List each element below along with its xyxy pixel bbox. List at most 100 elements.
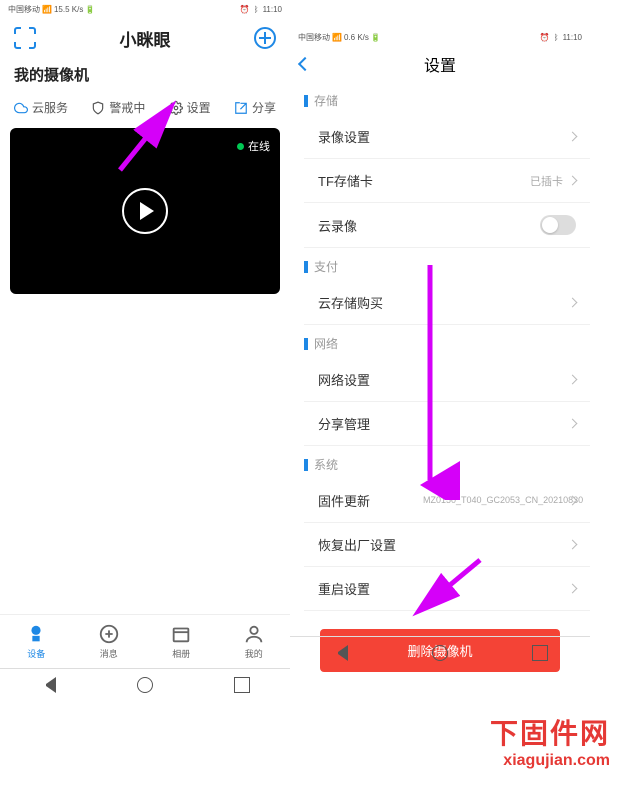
share-mgmt-item[interactable]: 分享管理 — [304, 402, 590, 446]
network-settings-item[interactable]: 网络设置 — [304, 358, 590, 402]
scan-icon[interactable] — [14, 27, 36, 49]
time-label: 11:10 — [263, 5, 282, 14]
status-bar: 中国移动 📶 15.5 K/s 🔋 ⏰ ᛒ 11:10 — [0, 0, 290, 18]
chevron-right-icon — [568, 298, 578, 308]
firmware-update-item[interactable]: 固件更新 MZ0150_T040_GC2053_CN_20210830 — [304, 479, 590, 523]
system-section-header: 系统 — [290, 446, 590, 479]
nav-mine-label: 我的 — [245, 647, 263, 660]
cloud-service-button[interactable]: 云服务 — [14, 99, 68, 116]
home-circle-icon — [137, 677, 153, 693]
payment-header-label: 支付 — [314, 258, 338, 275]
network-settings-label: 网络设置 — [318, 370, 370, 389]
home-circle-icon — [432, 645, 448, 661]
play-button[interactable] — [122, 188, 168, 234]
section-marker-icon — [304, 95, 308, 107]
nav-messages[interactable]: 消息 — [98, 623, 120, 660]
restart-item[interactable]: 重启设置 — [304, 567, 590, 611]
online-label: 在线 — [248, 138, 270, 154]
settings-label: 设置 — [187, 99, 211, 116]
app-title: 小眯眼 — [120, 26, 171, 51]
share-icon — [234, 101, 248, 115]
chevron-right-icon — [568, 584, 578, 594]
record-label: 录像设置 — [318, 127, 370, 146]
network-section-header: 网络 — [290, 325, 590, 358]
system-nav-left — [0, 668, 290, 700]
section-marker-icon — [304, 459, 308, 471]
time-label-r: 11:10 — [563, 33, 582, 42]
watermark: 下固件网 xiagujian.com — [490, 712, 610, 770]
cloud-record-label: 云录像 — [318, 216, 357, 235]
signal-icon: 📶 — [42, 5, 52, 14]
alarm-icon: ⏰ — [240, 5, 250, 14]
nav-album-label: 相册 — [172, 647, 190, 660]
camera-icon — [25, 623, 47, 645]
online-badge: 在线 — [237, 138, 270, 154]
settings-header: 设置 — [290, 46, 590, 82]
cloud-buy-item[interactable]: 云存储购买 — [304, 281, 590, 325]
section-marker-icon — [304, 261, 308, 273]
back-button[interactable] — [298, 57, 312, 71]
factory-reset-item[interactable]: 恢复出厂设置 — [304, 523, 590, 567]
alarm-icon: ⏰ — [540, 33, 550, 42]
sys-home-button[interactable] — [137, 677, 153, 693]
settings-title: 设置 — [424, 52, 456, 76]
message-icon — [98, 623, 120, 645]
storage-header-label: 存储 — [314, 92, 338, 109]
nav-mine[interactable]: 我的 — [243, 623, 265, 660]
cloud-icon — [14, 101, 28, 115]
right-phone-screen: 中国移动 📶 0.6 K/s 🔋 ⏰ ᛒ 11:10 设置 存储 录像设置 TF… — [290, 28, 590, 668]
system-nav-right — [290, 636, 590, 668]
album-icon — [170, 623, 192, 645]
sys-recent-button[interactable] — [234, 677, 250, 693]
nav-album[interactable]: 相册 — [170, 623, 192, 660]
watermark-en: xiagujian.com — [490, 752, 610, 770]
carrier-label: 中国移动 — [8, 4, 40, 15]
storage-section-header: 存储 — [290, 82, 590, 115]
carrier-label-r: 中国移动 — [298, 32, 330, 43]
tfcard-label: TF存储卡 — [318, 171, 373, 190]
chevron-right-icon — [568, 176, 578, 186]
cloud-record-toggle[interactable] — [540, 215, 576, 235]
back-triangle-icon — [332, 645, 348, 661]
cloud-buy-label: 云存储购买 — [318, 293, 383, 312]
back-triangle-icon — [40, 677, 56, 693]
record-settings-item[interactable]: 录像设置 — [304, 115, 590, 159]
nav-messages-label: 消息 — [100, 647, 118, 660]
system-header-label: 系统 — [314, 456, 338, 473]
settings-button[interactable]: 设置 — [169, 99, 211, 116]
share-mgmt-label: 分享管理 — [318, 414, 370, 433]
tfcard-value: 已插卡 — [530, 173, 563, 189]
camera-section-title: 我的摄像机 — [0, 58, 290, 91]
share-label: 分享 — [252, 99, 276, 116]
video-preview[interactable]: 在线 — [10, 128, 280, 294]
speed-label: 15.5 K/s — [54, 5, 83, 14]
recent-square-icon — [234, 677, 250, 693]
bluetooth-icon: ᛒ — [554, 33, 559, 42]
gear-icon — [169, 101, 183, 115]
person-icon — [243, 623, 265, 645]
chevron-right-icon — [568, 375, 578, 385]
bottom-nav: 设备 消息 相册 我的 — [0, 614, 290, 668]
online-dot-icon — [237, 143, 244, 150]
sys-back-button[interactable] — [332, 645, 348, 661]
tfcard-item[interactable]: TF存储卡 已插卡 — [304, 159, 590, 203]
firmware-label: 固件更新 — [318, 491, 370, 510]
add-icon[interactable] — [254, 27, 276, 49]
app-header: 小眯眼 — [0, 18, 290, 58]
play-icon — [140, 202, 154, 220]
sys-home-button[interactable] — [432, 645, 448, 661]
cloud-record-item: 云录像 — [304, 203, 590, 248]
status-bar-right: 中国移动 📶 0.6 K/s 🔋 ⏰ ᛒ 11:10 — [290, 28, 590, 46]
alarm-label: 警戒中 — [109, 99, 145, 116]
share-button[interactable]: 分享 — [234, 99, 276, 116]
left-phone-screen: 中国移动 📶 15.5 K/s 🔋 ⏰ ᛒ 11:10 小眯眼 我的摄像机 云服… — [0, 0, 290, 700]
chevron-right-icon — [568, 419, 578, 429]
battery-icon: 🔋 — [371, 33, 381, 42]
alarm-button[interactable]: 警戒中 — [91, 99, 145, 116]
shield-icon — [91, 101, 105, 115]
sys-back-button[interactable] — [40, 677, 56, 693]
sys-recent-button[interactable] — [532, 645, 548, 661]
nav-devices[interactable]: 设备 — [25, 623, 47, 660]
section-marker-icon — [304, 338, 308, 350]
firmware-value: MZ0150_T040_GC2053_CN_20210830 — [423, 495, 563, 506]
